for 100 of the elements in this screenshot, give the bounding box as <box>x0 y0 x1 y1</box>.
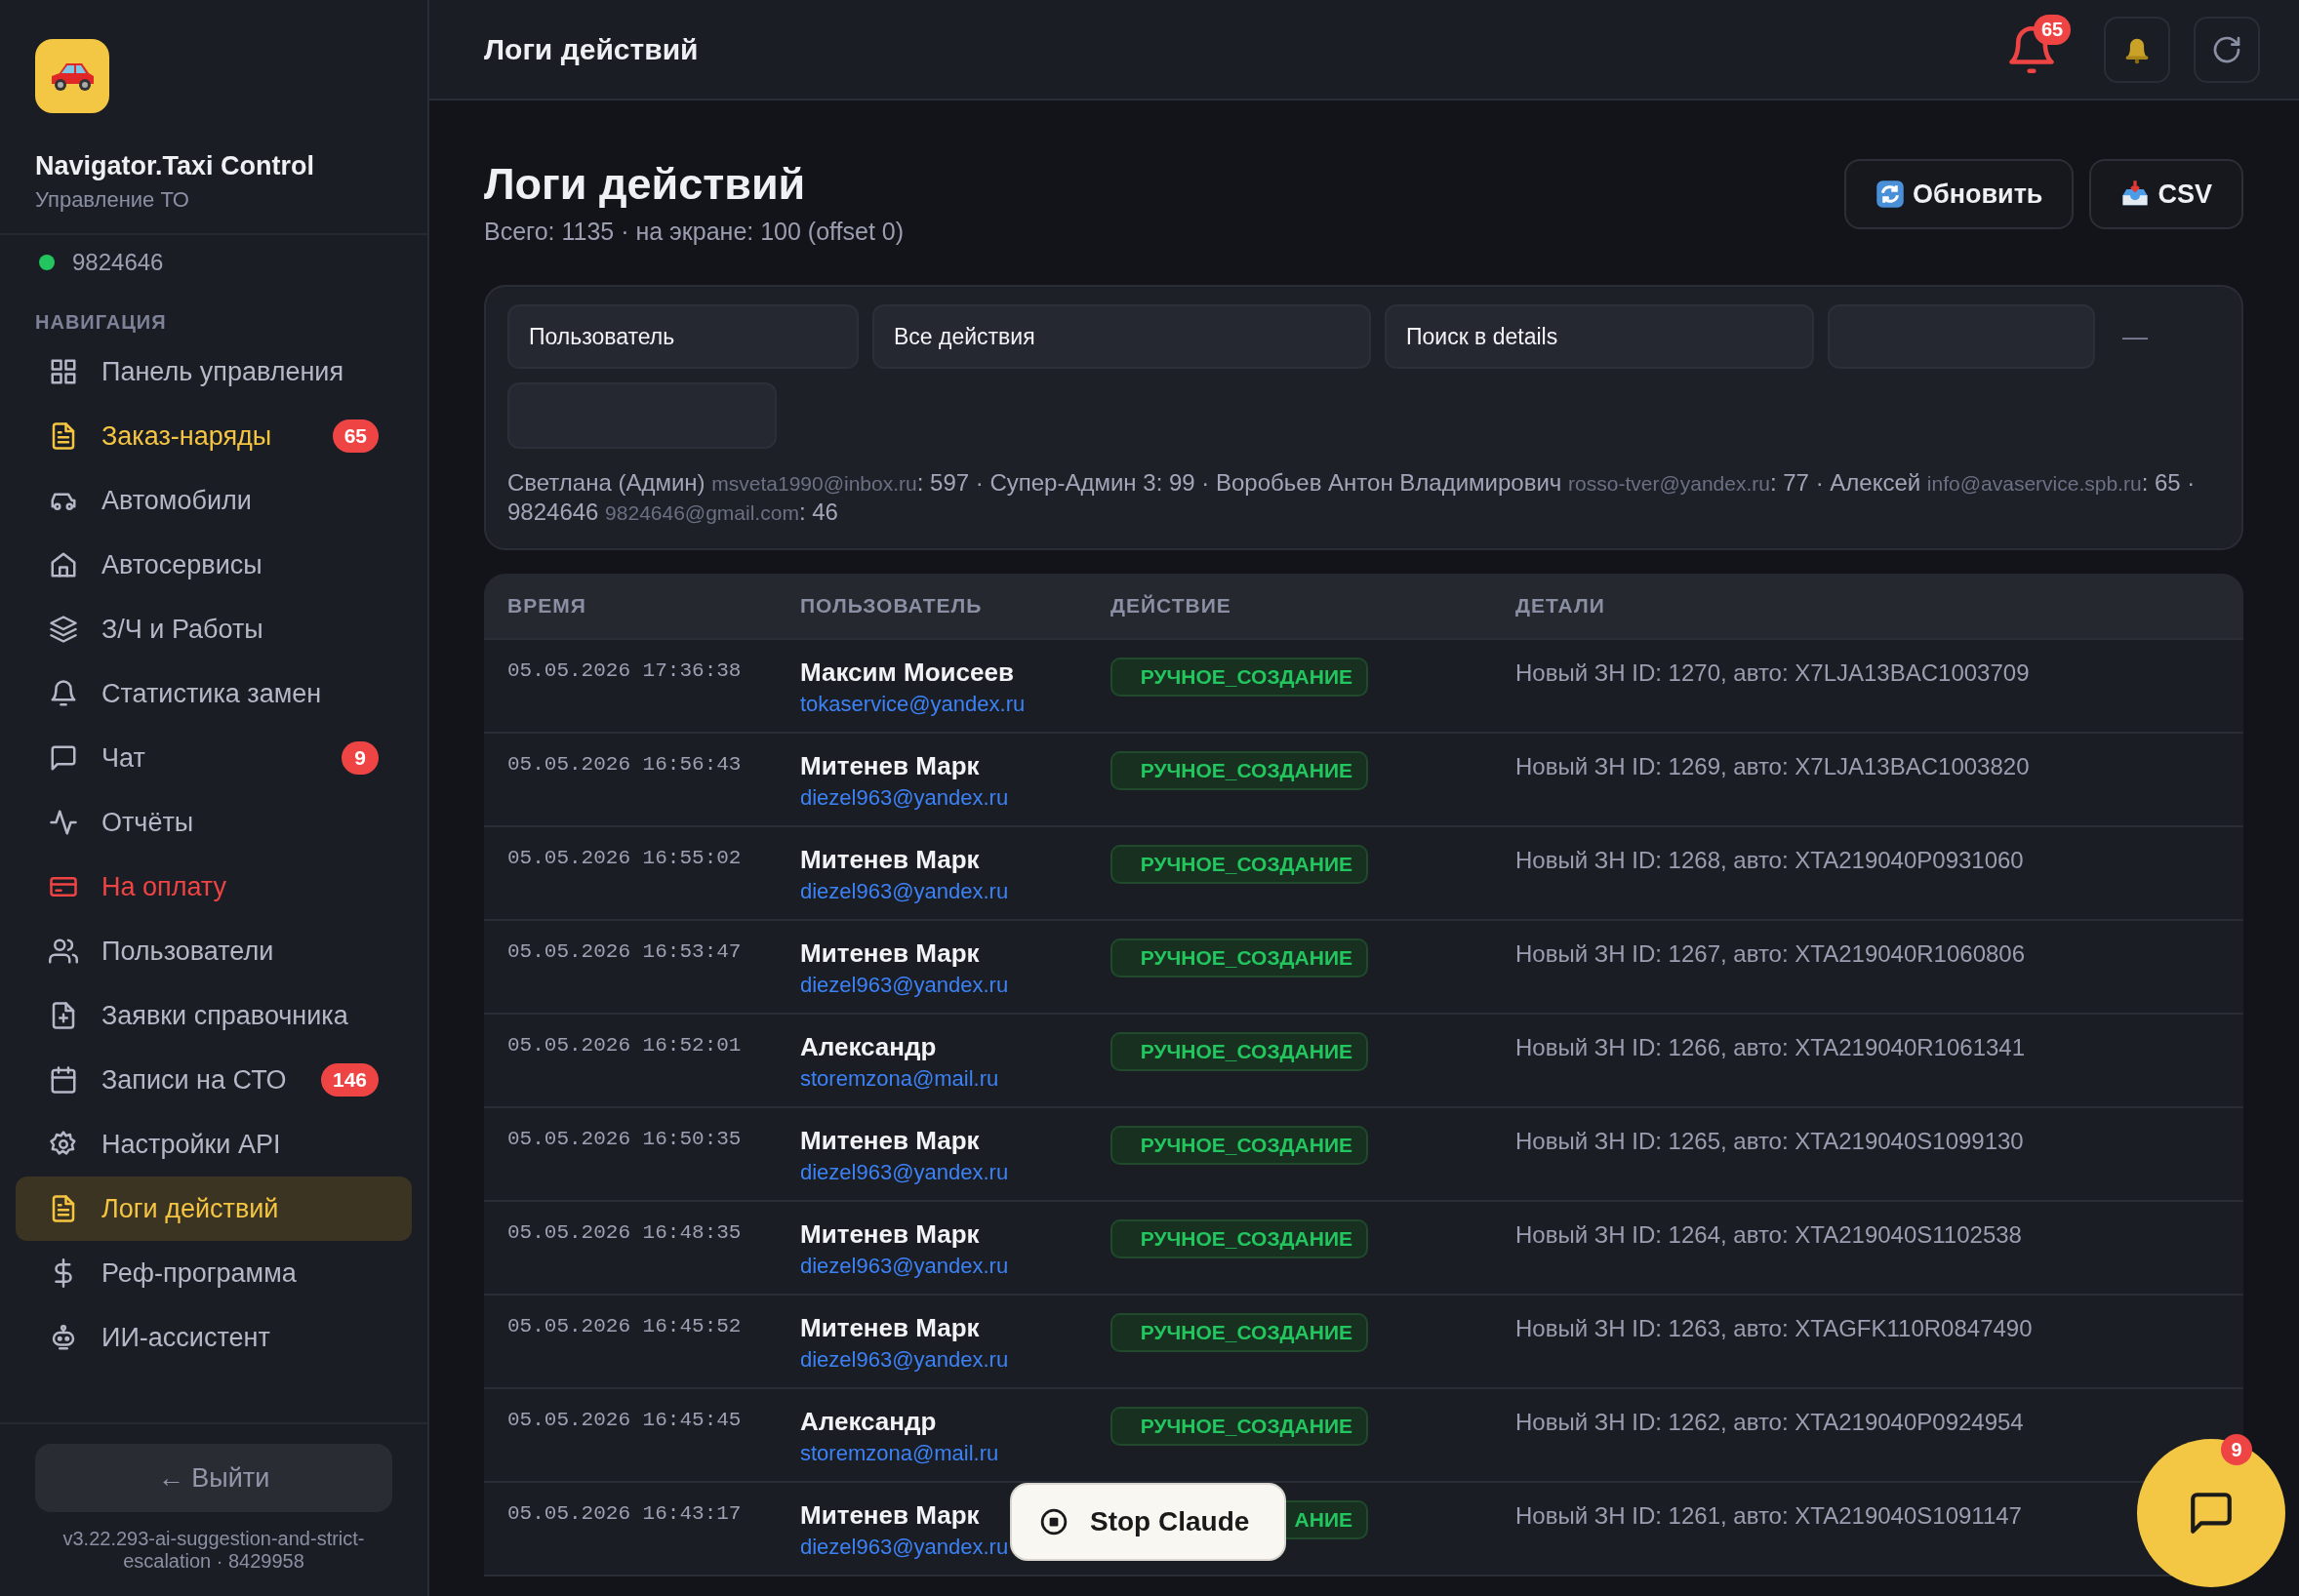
sidebar-item[interactable]: Панель управления <box>16 339 412 405</box>
page-title: Логи действий <box>484 159 807 210</box>
sidebar-item[interactable]: З/Ч и Работы <box>16 597 412 662</box>
user-name: Александр <box>800 1032 937 1062</box>
page-summary: Всего: 1135 · на экране: 100 (offset 0) <box>484 218 905 245</box>
timestamp: 05.05.2026 17:36:38 <box>507 659 743 684</box>
user-name: Митенев Марк <box>800 1126 980 1156</box>
version-text: v3.22.293-ai-suggestion-and-strict-escalation · 8429958 <box>61 1528 366 1573</box>
sidebar-item[interactable]: Реф-программа <box>16 1241 412 1306</box>
search-field[interactable]: Поиск в details <box>1385 304 1814 369</box>
count-badge: 65 <box>332 419 379 454</box>
user-name: Александр <box>800 1407 937 1437</box>
action-tag: РУЧНОЕ_СОЗДАНИЕ <box>1110 1407 1368 1446</box>
sidebar-item[interactable]: Статистика замен <box>16 661 412 727</box>
timestamp: 05.05.2026 16:45:45 <box>507 1409 743 1433</box>
action-tag: РУЧНОЕ_СОЗДАНИЕ <box>1110 1032 1368 1071</box>
filter-dropdown[interactable]: Все действия <box>872 304 1371 369</box>
details-text: Новый ЗН ID: 1262, авто: XTA219040P0924954 <box>1515 1408 2024 1436</box>
action-tag: РУЧНОЕ_СОЗДАНИЕ <box>1110 1219 1368 1258</box>
user-email[interactable]: diezel963@yandex.ru <box>800 1535 1009 1560</box>
chat-icon <box>49 743 78 774</box>
timestamp: 05.05.2026 16:56:43 <box>507 753 743 778</box>
house-icon <box>49 550 78 580</box>
dashboard-icon <box>49 357 78 387</box>
sidebar-item[interactable]: Заказ-наряды 65 <box>16 404 412 469</box>
user-email[interactable]: storemzona@mail.ru <box>800 1066 999 1092</box>
sidebar-item[interactable]: Пользователи <box>16 919 412 984</box>
user-email[interactable]: diezel963@yandex.ru <box>800 1347 1009 1373</box>
header-title: Логи действий <box>484 32 700 66</box>
user-email[interactable]: diezel963@yandex.ru <box>800 785 1009 811</box>
details-text: Новый ЗН ID: 1270, авто: X7LJA13BAC1003709 <box>1515 658 2030 687</box>
sidebar-item[interactable]: Логи действий <box>16 1177 412 1242</box>
timestamp: 05.05.2026 16:50:35 <box>507 1128 743 1152</box>
user-name: Митенев Марк <box>800 1219 980 1250</box>
refresh-icon <box>1875 180 1905 209</box>
sidebar-item[interactable]: Автомобили <box>16 468 412 534</box>
sidebar-item[interactable]: Настройки API <box>16 1112 412 1177</box>
sidebar-item[interactable]: Заявки справочника <box>16 983 412 1049</box>
user-id: 9824646 <box>72 249 164 277</box>
action-tag: РУЧНОЕ_СОЗДАНИЕ <box>1110 845 1368 884</box>
sidebar-item[interactable]: Записи на СТО 146 <box>16 1048 412 1113</box>
layers-icon <box>49 615 78 645</box>
count-badge: 9 <box>342 741 379 776</box>
action-tag: РУЧНОЕ_СОЗДАНИЕ <box>1110 1313 1368 1352</box>
user-name: Максим Моисеев <box>800 658 1014 688</box>
stop-button[interactable]: Stop Claude <box>1010 1483 1286 1561</box>
csv-button[interactable]: CSV <box>2089 159 2243 229</box>
notifications-button[interactable] <box>2104 16 2170 83</box>
calendar-icon <box>49 1065 78 1096</box>
section-heading: НАВИГАЦИЯ <box>34 310 168 336</box>
timestamp: 05.05.2026 16:52:01 <box>507 1034 743 1058</box>
sidebar-item[interactable]: Автосервисы <box>16 533 412 598</box>
app-name: Navigator.Taxi Control <box>35 151 315 181</box>
details-text: Новый ЗН ID: 1264, авто: XTA219040S1102538 <box>1515 1220 2022 1249</box>
user-name: Митенев Марк <box>800 1313 980 1343</box>
range-separator: — <box>2122 321 2148 352</box>
count-badge: 65 <box>2034 14 2072 45</box>
timestamp: 05.05.2026 16:48:35 <box>507 1221 743 1246</box>
app-subtitle: Управление ТО <box>35 188 189 213</box>
column-header: ДЕЙСТВИЕ <box>1110 594 1232 618</box>
sidebar-item[interactable]: На оплату <box>16 855 412 920</box>
details-text: Новый ЗН ID: 1269, авто: X7LJA13BAC1003820 <box>1515 752 2030 780</box>
refresh-button[interactable] <box>2194 16 2260 83</box>
user-name: Митенев Марк <box>800 845 980 875</box>
column-header: ДЕТАЛИ <box>1515 594 1606 618</box>
stop-icon <box>1039 1507 1069 1536</box>
timestamp: 05.05.2026 16:45:52 <box>507 1315 743 1339</box>
user-email[interactable]: diezel963@yandex.ru <box>800 973 1009 998</box>
details-text: Новый ЗН ID: 1266, авто: XTA219040R1061341 <box>1515 1033 2026 1061</box>
user-name: Митенев Марк <box>800 1500 980 1531</box>
user-name: Митенев Марк <box>800 938 980 969</box>
user-email[interactable]: diezel963@yandex.ru <box>800 879 1009 904</box>
user-email[interactable]: diezel963@yandex.ru <box>800 1160 1009 1185</box>
logout-button[interactable]: ← Выйти <box>35 1444 392 1512</box>
action-tag: РУЧНОЕ_СОЗДАНИЕ <box>1110 1126 1368 1165</box>
user-email[interactable]: storemzona@mail.ru <box>800 1441 999 1466</box>
bell-icon <box>49 679 78 709</box>
user-name: Митенев Марк <box>800 751 980 781</box>
user-email[interactable]: diezel963@yandex.ru <box>800 1254 1009 1279</box>
details-text: Новый ЗН ID: 1267, авто: XTA219040R1060806 <box>1515 939 2026 968</box>
sidebar-item[interactable]: ИИ-ассистент <box>16 1305 412 1371</box>
refresh-button[interactable]: Обновить <box>1843 159 2075 229</box>
details-text: Новый ЗН ID: 1268, авто: XTA219040P0931060 <box>1515 846 2024 874</box>
column-header: ПОЛЬЗОВАТЕЛЬ <box>800 594 984 618</box>
user-stats-text: Светлана (Админ) msveta1990@inbox.ru: 597 · Супер-Админ 3: 99 · Воробьев Антон Владимирович rosso-tver@yandex.ru: 77 · Алексей info@avaservice.spb.ru: 65 · 9824646 9824646@gmail.com: 46 <box>507 468 2197 527</box>
action-tag: РУЧНОЕ_СОЗДАНИЕ <box>1110 938 1368 978</box>
details-text: Новый ЗН ID: 1265, авто: XTA219040S1099130 <box>1515 1127 2024 1155</box>
column-header: ВРЕМЯ <box>507 594 587 618</box>
sidebar-item[interactable]: Чат 9 <box>16 726 412 791</box>
timestamp: 05.05.2026 16:53:47 <box>507 940 743 965</box>
filter-dropdown[interactable]: Пользователь <box>507 304 859 369</box>
sidebar-item[interactable]: Отчёты <box>16 790 412 856</box>
details-text: Новый ЗН ID: 1261, авто: XTA219040S1091147 <box>1515 1501 2022 1530</box>
action-tag: РУЧНОЕ_СОЗДАНИЕ <box>1110 658 1368 697</box>
timestamp: 05.05.2026 16:43:17 <box>507 1502 743 1527</box>
user-email[interactable]: tokaservice@yandex.ru <box>800 692 1026 717</box>
timestamp: 05.05.2026 16:55:02 <box>507 847 743 871</box>
count-badge: 146 <box>320 1063 379 1097</box>
details-text: Новый ЗН ID: 1263, авто: XTAGFK110R0847490 <box>1515 1314 2033 1342</box>
action-tag: РУЧНОЕ_СОЗДАНИЕ <box>1110 751 1368 790</box>
